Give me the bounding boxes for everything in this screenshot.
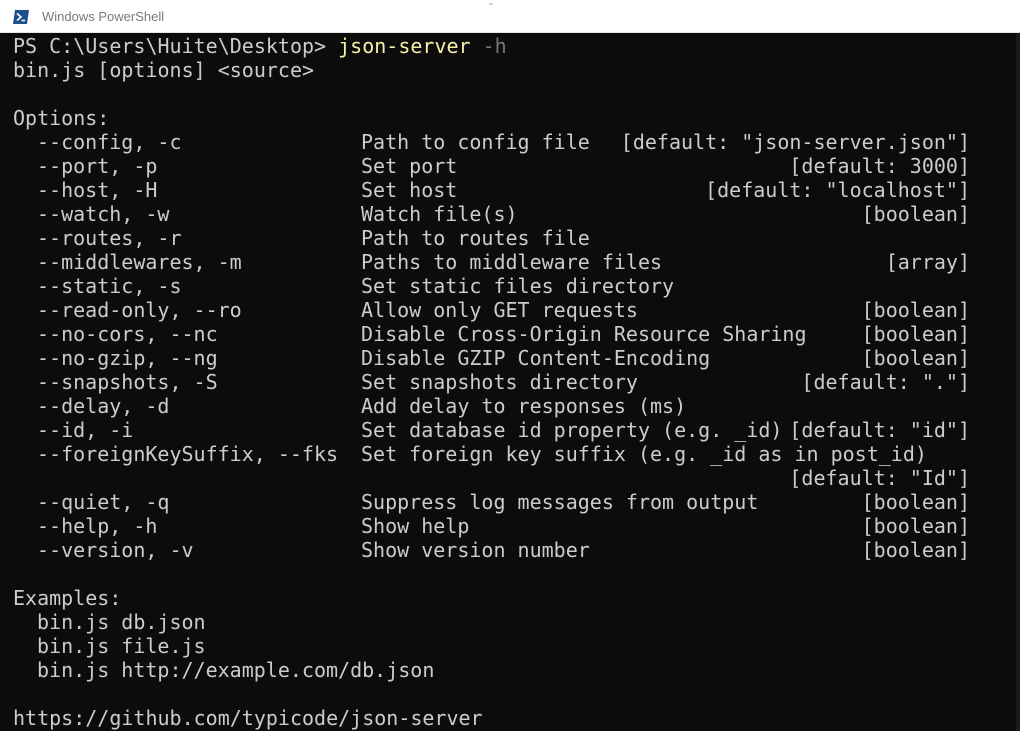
option-description: Set database id property (e.g. _id) [361,418,783,442]
option-type: [array] [885,250,970,274]
option-description: Suppress log messages from output [361,490,759,514]
option-row: --middlewares, -m Paths to middleware fil… [13,250,1013,274]
option-type: [boolean] [861,538,970,562]
option-description: Set static files directory [361,274,675,298]
option-row: --version, -v Show version number [boolean… [13,538,1013,562]
option-row: --delay, -d Add delay to responses (ms) [13,394,1013,418]
option-flag: --quiet, -q [37,490,170,514]
option-type: [default: "id"] [789,418,970,442]
example-text: bin.js db.json [37,610,206,634]
option-description: Show version number [361,538,590,562]
option-type: [boolean] [861,490,970,514]
option-flag: --foreignKeySuffix, --fks [37,442,339,466]
chevron-down-icon: ⌄ [487,0,495,8]
title-bar[interactable]: Windows PowerShell ⌄ [0,0,1020,33]
option-type: [boolean] [861,322,970,346]
option-row: [default: "Id"] [13,466,1013,490]
option-flag: --middlewares, -m [37,250,242,274]
option-row: --foreignKeySuffix, --fks Set foreign key… [13,442,1013,466]
option-type: [default: "."] [801,370,970,394]
option-flag: --watch, -w [37,202,170,226]
option-flag: --no-gzip, --ng [37,346,218,370]
option-flag: --read-only, --ro [37,298,242,322]
option-description: Watch file(s) [361,202,518,226]
option-flag: --static, -s [37,274,182,298]
option-type: [boolean] [861,202,970,226]
option-flag: --snapshots, -S [37,370,218,394]
examples-header: Examples: [13,586,122,610]
option-description: Add delay to responses (ms) [361,394,687,418]
footer-url: https://github.com/typicode/json-server [13,706,483,730]
option-description: Set foreign key suffix (e.g. _id as in p… [361,442,927,466]
option-row: --snapshots, -S Set snapshots directory [d… [13,370,1013,394]
option-row: --host, -H Set host [default: "localhost"] [13,178,1013,202]
prompt: PS C:\Users\Huite\Desktop> [13,34,339,58]
option-flag: --version, -v [37,538,194,562]
command-name: json-server [338,34,471,58]
option-description: Path to routes file [361,226,590,250]
option-row: --config, -c Path to config file [default:… [13,130,1013,154]
option-type: [boolean] [861,298,970,322]
option-row: --static, -s Set static files directory [13,274,1013,298]
option-row: --help, -h Show help [boolean] [13,514,1013,538]
option-description: Paths to middleware files [361,250,663,274]
option-description: Set snapshots directory [361,370,638,394]
option-type: [boolean] [861,346,970,370]
option-flag: --host, -H [37,178,158,202]
option-flag: --delay, -d [37,394,170,418]
option-type: [boolean] [861,514,970,538]
example-text: bin.js file.js [37,634,206,658]
option-flag: --help, -h [37,514,158,538]
option-row: --id, -i Set database id property (e.g. _… [13,418,1013,442]
option-description: Path to config file [361,130,590,154]
powershell-icon [13,10,29,24]
option-description: Allow only GET requests [361,298,638,322]
prompt-line: PS C:\Users\Huite\Desktop> json-server -… [13,34,1013,58]
option-type: [default: "Id"] [789,466,970,490]
option-row: --watch, -w Watch file(s) [boolean] [13,202,1013,226]
option-flag: --config, -c [37,130,182,154]
option-row: --quiet, -q Suppress log messages from ou… [13,490,1013,514]
options-header: Options: [13,106,110,130]
example-line: bin.js db.json [13,610,1013,634]
example-line: bin.js file.js [13,634,1013,658]
console-output[interactable]: PS C:\Users\Huite\Desktop> json-server -… [0,33,1020,731]
option-flag: --no-cors, --nc [37,322,218,346]
option-type: [default: "json-server.json"] [620,130,970,154]
option-row: --read-only, --ro Allow only GET requests… [13,298,1013,322]
command-flag: -h [470,34,507,58]
option-description: Show help [361,514,470,538]
option-type: [default: 3000] [789,154,970,178]
option-description: Disable GZIP Content-Encoding [361,346,711,370]
option-flag: --id, -i [37,418,134,442]
usage-line: bin.js [options] <source> [13,58,315,82]
option-description: Disable Cross-Origin Resource Sharing [361,322,807,346]
option-type: [default: "localhost"] [705,178,970,202]
window-title: Windows PowerShell [42,9,165,24]
example-text: bin.js http://example.com/db.json [37,658,435,682]
option-row: --no-cors, --nc Disable Cross-Origin Reso… [13,322,1013,346]
powershell-window: Windows PowerShell ⌄ PS C:\Users\Huite\D… [0,0,1020,731]
scrollbar-track[interactable] [1016,33,1020,731]
option-flag: --port, -p [37,154,158,178]
option-flag: --routes, -r [37,226,182,250]
option-row: --port, -p Set port [default: 3000] [13,154,1013,178]
option-row: --routes, -r Path to routes file [13,226,1013,250]
option-row: --no-gzip, --ng Disable GZIP Content-Enco… [13,346,1013,370]
example-line: bin.js http://example.com/db.json [13,658,1013,682]
option-description: Set port [361,154,458,178]
option-description: Set host [361,178,458,202]
